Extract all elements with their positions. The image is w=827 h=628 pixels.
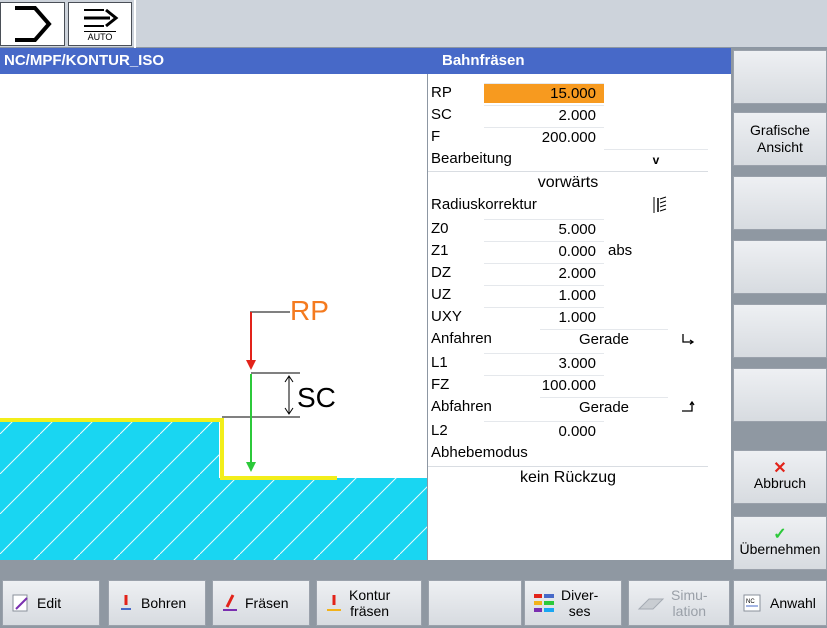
kontur-fraesen-button[interactable]: Kontur fräsen <box>316 580 422 626</box>
bohren-button[interactable]: Bohren <box>108 580 206 626</box>
vertical-softkey-bar: Grafische Ansicht ✕ Abbruch ✓ Übernehmen <box>731 48 827 576</box>
param-row-z0: Z0 5.000 <box>428 218 732 240</box>
param-row-sc: SC 2.000 <box>428 104 732 126</box>
sc-label: SC <box>297 382 336 413</box>
edit-pencil-icon <box>12 594 28 612</box>
f-input[interactable]: 200.000 <box>484 127 604 147</box>
z1-unit[interactable]: abs <box>608 242 632 259</box>
milling-icon <box>223 594 237 611</box>
param-row-l1: L1 3.000 <box>428 352 732 374</box>
param-row-z1: Z1 0.000 abs <box>431 241 633 261</box>
program-state-icon <box>14 6 52 42</box>
fraesen-button[interactable]: Fräsen <box>212 580 310 626</box>
svg-text:NC: NC <box>746 599 755 605</box>
vsoftkey-1[interactable] <box>733 50 827 104</box>
diverses-button[interactable]: Diver-ses <box>524 580 622 626</box>
abfahren-select[interactable]: Gerade <box>540 397 668 417</box>
param-row-uxy: UXY 1.000 <box>428 306 732 328</box>
fz-input[interactable]: 100.000 <box>484 375 604 395</box>
vsoftkey-3[interactable] <box>733 176 827 230</box>
vsoftkey-6[interactable] <box>733 368 827 422</box>
help-graphic: RP SC <box>0 74 427 560</box>
rp-label: RP <box>290 295 329 326</box>
rp-input[interactable]: 15.000 <box>484 83 604 103</box>
dz-input[interactable]: 2.000 <box>484 263 604 283</box>
param-row-abfahren: Abfahren Gerade <box>428 396 732 418</box>
screen: AUTO NC/MPF/KONTUR_ISO Bahnfräsen RP SC … <box>0 0 827 628</box>
channel-state-indicator <box>0 2 65 46</box>
l2-input[interactable]: 0.000 <box>484 421 604 441</box>
abbruch-button[interactable]: ✕ Abbruch <box>733 450 827 504</box>
accept-check-icon: ✓ <box>773 525 787 543</box>
param-row-dz: DZ 2.000 <box>428 262 732 284</box>
param-row-abhebemodus: Abhebemodus <box>431 444 528 461</box>
uz-input[interactable]: 1.000 <box>484 285 604 305</box>
param-row-f: F 200.000 <box>428 126 732 148</box>
z1-input[interactable]: 0.000 <box>484 241 604 261</box>
uxy-input[interactable]: 1.000 <box>484 307 604 327</box>
anwahl-button[interactable]: NC Anwahl <box>733 580 827 626</box>
uebernehmen-button[interactable]: ✓ Übernehmen <box>733 516 827 570</box>
sc-input[interactable]: 2.000 <box>484 105 604 125</box>
param-row-bearbeitung: Bearbeitung v <box>428 148 732 170</box>
parameter-panel: RP 15.000 SC 2.000 F 200.000 Bearbeitung… <box>427 74 731 560</box>
bearbeitung-direction-select[interactable]: vorwärts <box>428 171 708 193</box>
auto-mode-label: AUTO <box>83 31 117 42</box>
vsoftkey-4[interactable] <box>733 240 827 294</box>
simulation-button[interactable]: Simu-lation <box>628 580 730 626</box>
param-row-fz: FZ 100.000 <box>428 374 732 396</box>
abhebemodus-select[interactable]: kein Rückzug <box>428 466 708 488</box>
dialog-title: Bahnfräsen <box>428 48 731 74</box>
l1-input[interactable]: 3.000 <box>484 353 604 373</box>
milling-path-diagram: RP SC <box>0 295 427 560</box>
auto-mode-icon <box>84 8 119 28</box>
simulation-icon <box>637 598 665 610</box>
param-row-rp: RP 15.000 <box>428 82 732 104</box>
contour-milling-icon <box>327 595 341 611</box>
grafische-ansicht-button[interactable]: Grafische Ansicht <box>733 112 827 166</box>
retract-line-icon <box>676 396 700 418</box>
horizontal-softkey-bar: Edit Bohren Fräsen Kontur fräsen Diver-se… <box>0 576 827 628</box>
operating-mode-indicator: AUTO <box>68 2 132 46</box>
param-row-radiuskorrektur: Radiuskorrektur <box>428 194 732 216</box>
vsoftkey-5[interactable] <box>733 304 827 358</box>
cutter-compensation-icon[interactable] <box>648 194 672 216</box>
hsoftkey-empty[interactable] <box>428 580 522 626</box>
various-cycles-icon <box>534 594 554 612</box>
approach-line-icon <box>676 328 700 350</box>
z0-input[interactable]: 5.000 <box>484 219 604 239</box>
nc-select-icon: NC <box>743 594 761 612</box>
drill-icon <box>121 595 131 610</box>
status-bar: AUTO <box>0 0 827 48</box>
param-row-uz: UZ 1.000 <box>428 284 732 306</box>
bearbeitung-select[interactable]: v <box>604 149 708 169</box>
edit-button[interactable]: Edit <box>2 580 100 626</box>
param-row-anfahren: Anfahren Gerade <box>428 328 732 350</box>
program-path-title: NC/MPF/KONTUR_ISO <box>0 48 428 74</box>
cancel-x-icon: ✕ <box>773 459 787 477</box>
param-row-l2: L2 0.000 <box>428 420 732 442</box>
anfahren-select[interactable]: Gerade <box>540 329 668 349</box>
